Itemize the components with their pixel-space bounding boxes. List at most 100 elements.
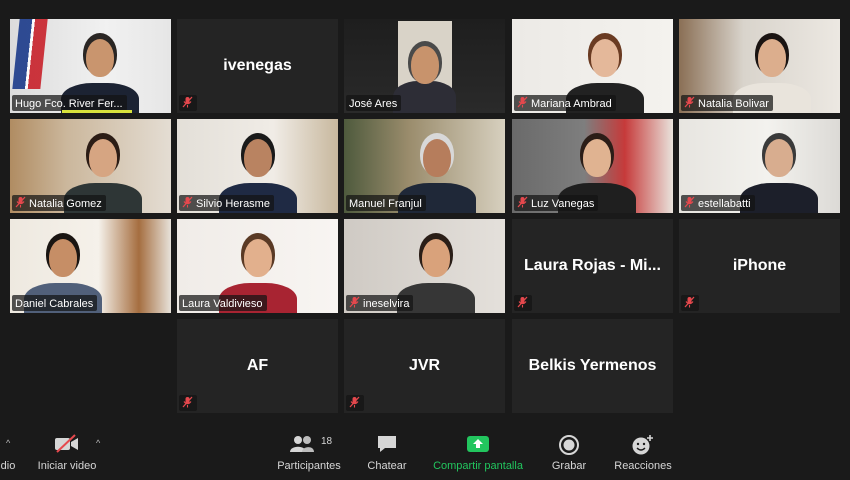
participant-tile[interactable]: Silvio Herasme	[177, 119, 338, 213]
participant-name: José Ares	[349, 97, 398, 110]
record-button[interactable]: Grabar	[546, 422, 592, 480]
participant-name: Hugo Fco. River Fer...	[15, 97, 123, 110]
person-face	[410, 46, 439, 84]
participant-tile[interactable]: Natalia Bolivar	[679, 19, 840, 113]
participant-name-label: Hugo Fco. River Fer...	[12, 95, 127, 111]
chat-icon	[378, 436, 396, 452]
person-face	[764, 139, 793, 177]
participant-tile[interactable]: AF	[177, 319, 338, 413]
participant-tile[interactable]: iPhone	[679, 219, 840, 313]
participant-tile[interactable]: Natalia Gomez	[10, 119, 171, 213]
muted-mic-icon	[182, 96, 193, 111]
reactions-emoji-icon	[632, 435, 653, 455]
participant-name: estellabatti	[698, 197, 751, 210]
participant-tile[interactable]: Belkis Yermenos	[512, 319, 673, 413]
participant-name-label: Daniel Cabrales	[12, 295, 98, 311]
video-off-icon	[55, 434, 78, 453]
participant-tile[interactable]: estellabatti	[679, 119, 840, 213]
person-face	[243, 139, 272, 177]
participant-name-label: estellabatti	[681, 195, 755, 211]
share-screen-button[interactable]: Compartir pantalla	[428, 422, 528, 480]
participant-display-name: JVR	[408, 357, 441, 374]
participants-label: Participantes	[277, 460, 341, 472]
person-face	[49, 239, 78, 277]
muted-mic-icon	[517, 96, 528, 111]
record-icon	[559, 435, 579, 455]
participant-tile[interactable]: Manuel Franjul	[344, 119, 505, 213]
audio-button[interactable]: dio	[0, 422, 20, 480]
participant-name-label	[179, 95, 197, 111]
participant-tile[interactable]: ivenegas	[177, 19, 338, 113]
participant-name-label	[346, 395, 364, 411]
participant-display-name: Belkis Yermenos	[528, 357, 657, 374]
participant-name-label: ineselvira	[346, 295, 414, 311]
muted-mic-icon	[182, 396, 193, 411]
participant-tile[interactable]: Hugo Fco. River Fer...	[10, 19, 171, 113]
start-video-label: Iniciar video	[37, 460, 97, 472]
muted-mic-icon	[15, 196, 26, 211]
participant-tile[interactable]: Daniel Cabrales	[10, 219, 171, 313]
person-face	[583, 139, 612, 177]
participant-name: Mariana Ambrad	[531, 97, 612, 110]
participant-display-name: Laura Rojas - Mi...	[524, 257, 661, 274]
participant-display-name: AF	[246, 357, 269, 374]
participant-name: Natalia Bolivar	[698, 97, 769, 110]
participant-name-label: Natalia Bolivar	[681, 95, 773, 111]
participants-button[interactable]: 18 Participantes	[274, 422, 344, 480]
muted-mic-icon	[517, 296, 528, 311]
person-face	[423, 139, 452, 177]
chat-button[interactable]: Chatear	[362, 422, 412, 480]
chat-label: Chatear	[367, 460, 407, 472]
participant-name-label: Natalia Gomez	[12, 195, 106, 211]
participant-name-label	[514, 295, 532, 311]
person-face	[421, 239, 450, 277]
video-gallery: Hugo Fco. River Fer... ivenegas José Ares M…	[0, 0, 850, 422]
share-screen-label: Compartir pantalla	[433, 460, 523, 472]
video-options-caret-icon[interactable]: ^	[96, 438, 100, 448]
participants-count-badge: 18	[321, 436, 333, 447]
participant-name: Laura Valdivieso	[182, 297, 263, 310]
muted-mic-icon	[684, 196, 695, 211]
person-face	[591, 39, 620, 77]
participant-name-label: Mariana Ambrad	[514, 95, 616, 111]
participant-name: Manuel Franjul	[349, 197, 422, 210]
participant-tile[interactable]: ineselvira	[344, 219, 505, 313]
participant-display-name: iPhone	[732, 257, 787, 274]
participant-name-label: José Ares	[346, 95, 402, 111]
participant-name-label: Laura Valdivieso	[179, 295, 267, 311]
reactions-button[interactable]: Reacciones	[612, 422, 674, 480]
person-face	[86, 39, 115, 77]
muted-mic-icon	[517, 196, 528, 211]
participant-display-name: ivenegas	[223, 57, 292, 74]
participant-name: Natalia Gomez	[29, 197, 102, 210]
participant-tile[interactable]: Mariana Ambrad	[512, 19, 673, 113]
participant-name: Luz Vanegas	[531, 197, 595, 210]
person-face	[89, 139, 118, 177]
participant-name-label	[681, 295, 699, 311]
start-video-button[interactable]: Iniciar video	[30, 422, 104, 480]
record-label: Grabar	[551, 460, 587, 472]
participant-tile[interactable]: Luz Vanegas	[512, 119, 673, 213]
muted-mic-icon	[684, 296, 695, 311]
participant-tile[interactable]: Laura Valdivieso	[177, 219, 338, 313]
participant-name: ineselvira	[363, 297, 410, 310]
participant-tile[interactable]: Laura Rojas - Mi...	[512, 219, 673, 313]
participant-name-label: Silvio Herasme	[179, 195, 274, 211]
participant-name: Daniel Cabrales	[15, 297, 94, 310]
participant-name-label: Manuel Franjul	[346, 195, 426, 211]
participant-tile[interactable]: JVR	[344, 319, 505, 413]
participants-icon	[290, 436, 314, 452]
person-face	[758, 39, 787, 77]
participant-name-label: Luz Vanegas	[514, 195, 599, 211]
participant-name: Silvio Herasme	[196, 197, 270, 210]
person-face	[243, 239, 272, 277]
share-screen-icon	[467, 436, 489, 452]
participant-tile[interactable]: José Ares	[344, 19, 505, 113]
person-body	[393, 81, 456, 113]
participant-name-label	[179, 395, 197, 411]
muted-mic-icon	[349, 296, 360, 311]
muted-mic-icon	[684, 96, 695, 111]
meeting-toolbar: ^ dio Iniciar video ^ 18 Participantes C…	[0, 422, 850, 480]
muted-mic-icon	[182, 196, 193, 211]
speaking-indicator	[62, 110, 132, 113]
